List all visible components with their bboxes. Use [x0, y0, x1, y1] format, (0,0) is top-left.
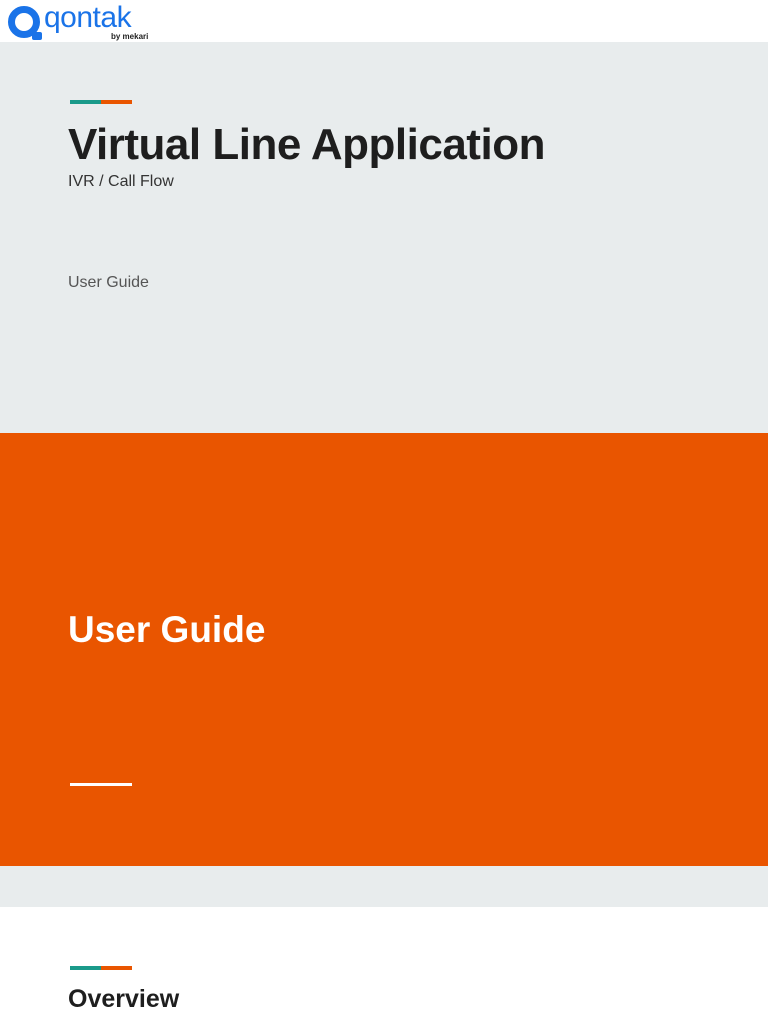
document-title: Virtual Line Application: [68, 120, 545, 169]
page-gap: [0, 866, 768, 907]
document-label: User Guide: [68, 274, 149, 291]
qontak-logo: qontak by mekari: [8, 1, 158, 41]
header: qontak by mekari: [0, 0, 768, 42]
logo-q-icon: [8, 6, 42, 40]
accent-bar: [70, 966, 132, 970]
accent-bar: [70, 100, 132, 104]
section-banner: User Guide: [0, 433, 768, 866]
document-subtitle: IVR / Call Flow: [68, 173, 174, 190]
logo-subtext: by mekari: [111, 32, 149, 41]
overview-heading: Overview: [68, 985, 180, 1013]
divider: [70, 783, 132, 786]
section-title: User Guide: [68, 609, 266, 650]
cover-section: Virtual Line Application IVR / Call Flow…: [0, 42, 768, 433]
logo-text: qontak: [44, 1, 132, 34]
